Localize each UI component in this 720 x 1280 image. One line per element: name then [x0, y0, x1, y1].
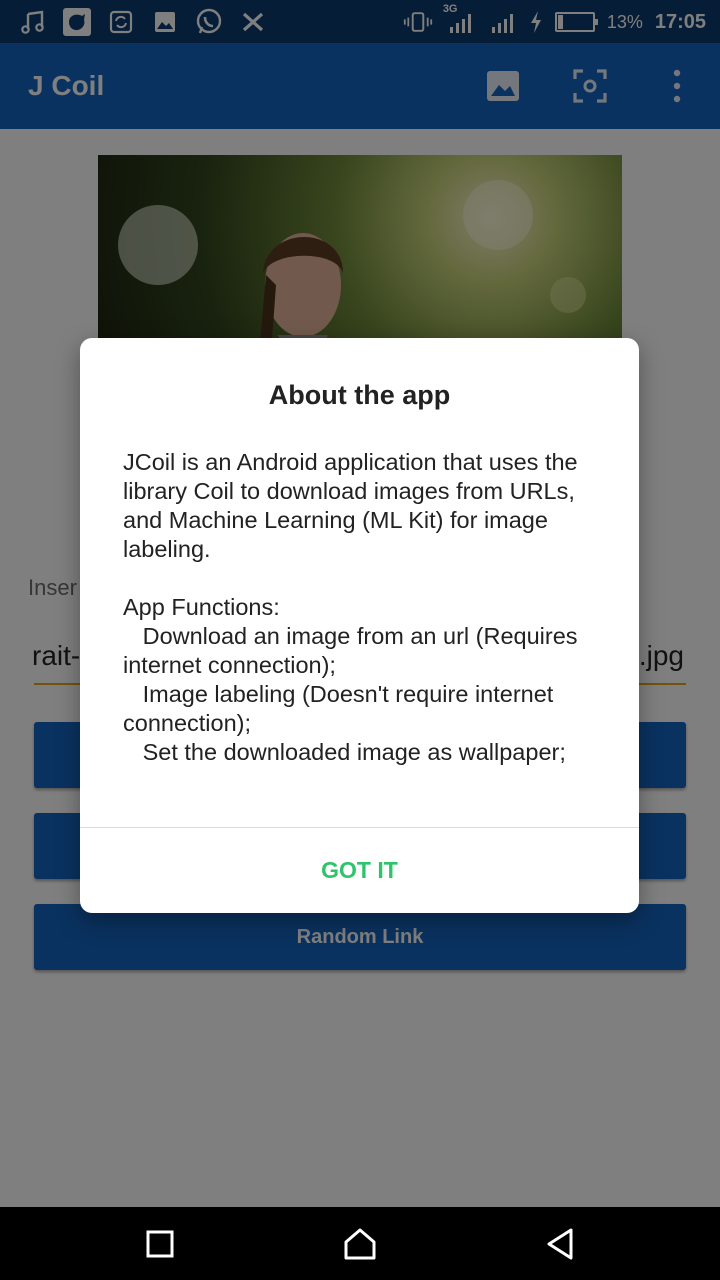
about-dialog: About the app JCoil is an Android applic… [80, 338, 639, 913]
dialog-title: About the app [268, 380, 451, 410]
recents-icon [146, 1230, 174, 1258]
home-icon [344, 1228, 376, 1260]
got-it-button[interactable]: GOT IT [80, 828, 639, 913]
navigation-bar [0, 1207, 720, 1280]
dialog-message: JCoil is an Android application that use… [123, 449, 578, 765]
back-button[interactable] [539, 1223, 581, 1265]
home-button[interactable] [339, 1223, 381, 1265]
recents-button[interactable] [139, 1223, 181, 1265]
back-icon [547, 1228, 573, 1260]
